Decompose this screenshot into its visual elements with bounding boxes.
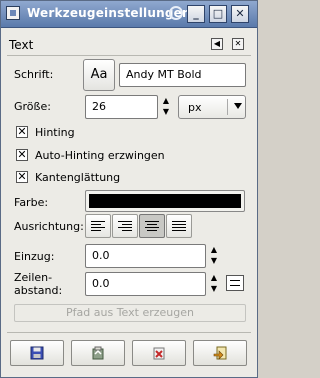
- reset-icon: [213, 346, 227, 360]
- justify-left-button[interactable]: [85, 214, 111, 238]
- line-spacing-input[interactable]: 0.0: [85, 272, 206, 296]
- indent-label: Einzug:: [14, 250, 55, 263]
- unit-value: px: [188, 101, 202, 114]
- close-icon: ✕: [235, 7, 245, 20]
- restore-icon: [91, 346, 105, 360]
- close-small-icon: ✕: [234, 39, 242, 48]
- restore-options-button[interactable]: [71, 340, 125, 366]
- autohinting-label[interactable]: Auto-Hinting erzwingen: [35, 149, 165, 162]
- size-label: Größe:: [14, 100, 51, 113]
- delete-icon: [152, 346, 166, 360]
- hinting-checkbox[interactable]: ✕: [16, 126, 28, 138]
- font-name-input[interactable]: Andy MT Bold: [119, 63, 246, 87]
- size-spin-up[interactable]: ▲: [161, 96, 171, 106]
- check-icon: ✕: [17, 125, 27, 138]
- antialias-label[interactable]: Kantenglättung: [35, 171, 120, 184]
- combo-divider: [227, 99, 228, 115]
- path-from-text-button: Pfad aus Text erzeugen: [14, 304, 246, 322]
- window-menu-icon[interactable]: [6, 6, 20, 20]
- line-spacing-icon: [226, 275, 244, 291]
- maximize-button[interactable]: □: [209, 5, 227, 23]
- justify-fill-button[interactable]: [166, 214, 192, 238]
- separator: [7, 332, 251, 333]
- color-swatch: [89, 194, 241, 208]
- shade-icon[interactable]: [169, 6, 183, 20]
- close-button[interactable]: ✕: [231, 5, 249, 23]
- check-icon: ✕: [17, 148, 27, 161]
- indent-input[interactable]: 0.0: [85, 244, 206, 268]
- size-spin-down[interactable]: ▼: [161, 107, 171, 117]
- check-icon: ✕: [17, 170, 27, 183]
- antialias-checkbox[interactable]: ✕: [16, 171, 28, 183]
- minimize-button[interactable]: _: [187, 5, 205, 23]
- justify-center-button[interactable]: [139, 214, 165, 238]
- line-spacing-spin-down[interactable]: ▼: [209, 284, 219, 294]
- size-input[interactable]: 26: [85, 95, 158, 119]
- size-unit-select[interactable]: px: [178, 95, 246, 119]
- title-bar[interactable]: Werkzeugeinstellungen _ □ ✕: [1, 1, 257, 28]
- save-icon: [30, 346, 44, 360]
- line-spacing-label-1: Zeilen-: [14, 271, 53, 284]
- reset-options-button[interactable]: [193, 340, 247, 366]
- dock-menu-button[interactable]: ◀: [211, 38, 223, 50]
- line-spacing-label-2: abstand:: [14, 284, 63, 297]
- minimize-icon: _: [193, 7, 199, 20]
- font-icon: Aa: [90, 67, 108, 82]
- font-label: Schrift:: [14, 68, 54, 81]
- font-browser-button[interactable]: Aa: [83, 59, 115, 91]
- maximize-icon: □: [212, 7, 224, 20]
- save-options-button[interactable]: [10, 340, 64, 366]
- chevron-down-icon: [234, 103, 242, 109]
- delete-options-button[interactable]: [132, 340, 186, 366]
- autohinting-checkbox[interactable]: ✕: [16, 149, 28, 161]
- line-spacing-spin-up[interactable]: ▲: [209, 273, 219, 283]
- justify-label: Ausrichtung:: [14, 220, 84, 233]
- dock-title: Text: [9, 38, 34, 52]
- window-title: Werkzeugeinstellungen: [27, 6, 191, 20]
- color-label: Farbe:: [14, 196, 49, 209]
- tool-options-window: Werkzeugeinstellungen _ □ ✕ Text ◀ ✕ Sch…: [0, 0, 258, 378]
- justify-right-button[interactable]: [112, 214, 138, 238]
- indent-spin-up[interactable]: ▲: [209, 245, 219, 255]
- hinting-label[interactable]: Hinting: [35, 126, 75, 139]
- dock-header: Text ◀ ✕: [7, 37, 251, 53]
- indent-spin-down[interactable]: ▼: [209, 256, 219, 266]
- color-button[interactable]: [85, 190, 245, 212]
- dock-close-button[interactable]: ✕: [232, 38, 244, 50]
- triangle-left-icon: ◀: [213, 39, 221, 48]
- separator: [7, 55, 251, 56]
